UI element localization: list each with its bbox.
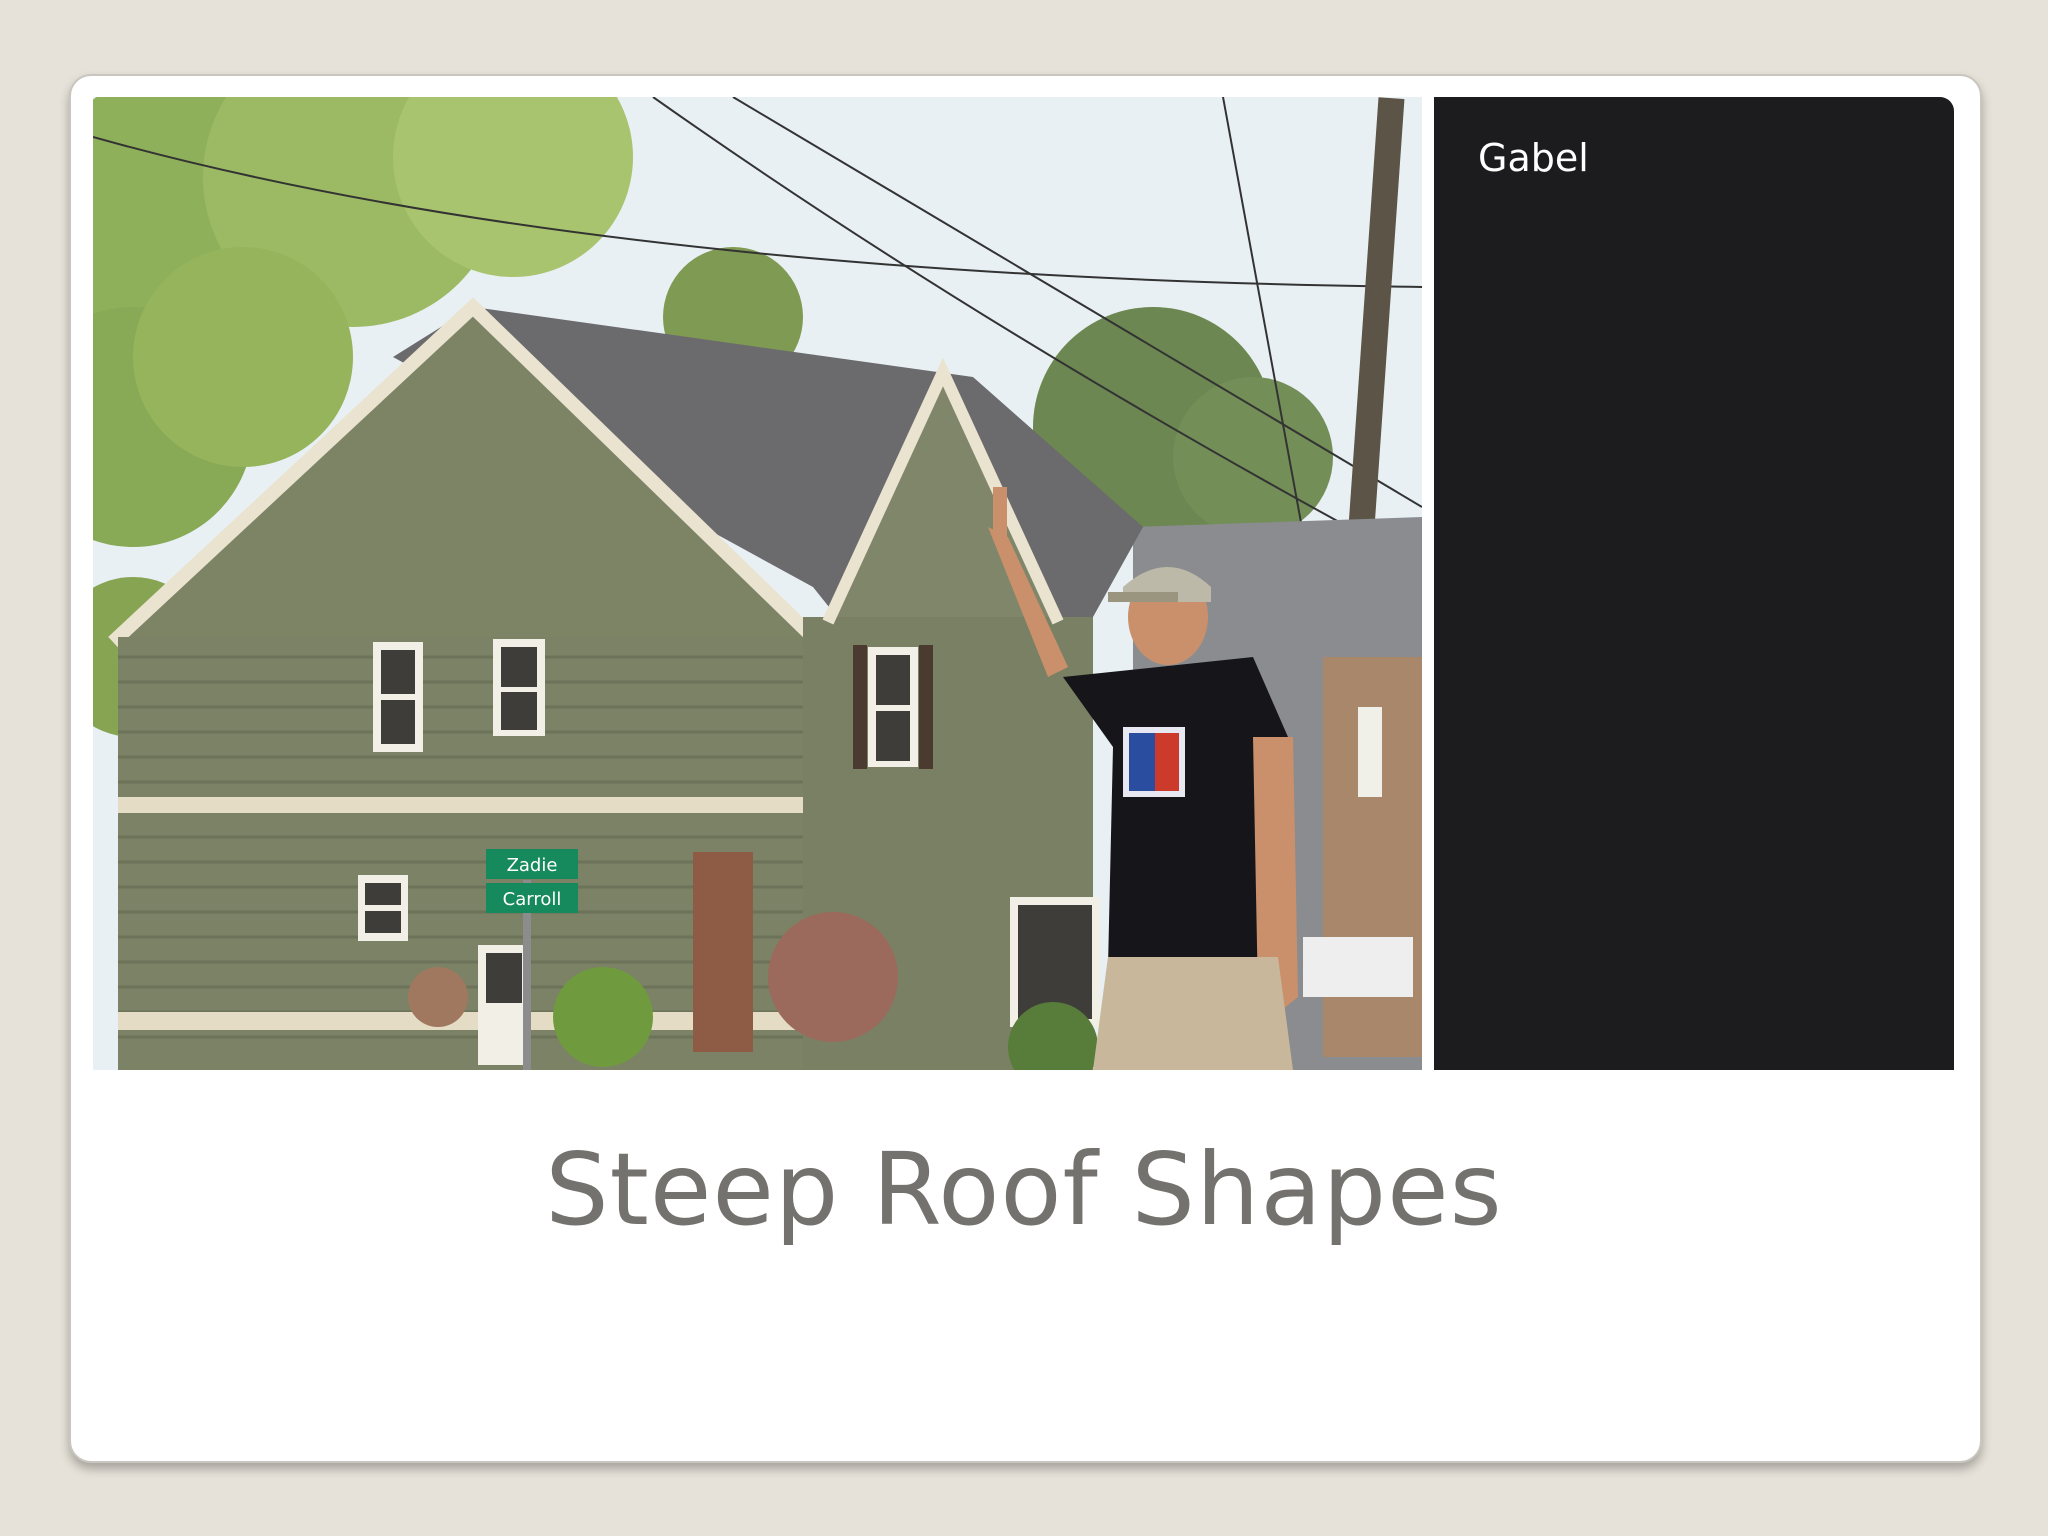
street-sign-top-text: Zadie: [507, 855, 558, 876]
street-sign-bottom-text: Carroll: [503, 889, 562, 910]
photo-caption: Gabel: [1478, 136, 1589, 180]
slide-title: Steep Roof Shapes: [545, 1131, 1503, 1248]
caption-panel: Gabel: [1434, 97, 1954, 1070]
house-photo: Zadie Carroll: [93, 97, 1422, 1070]
house-photo-illustration: Zadie Carroll: [93, 97, 1422, 1070]
